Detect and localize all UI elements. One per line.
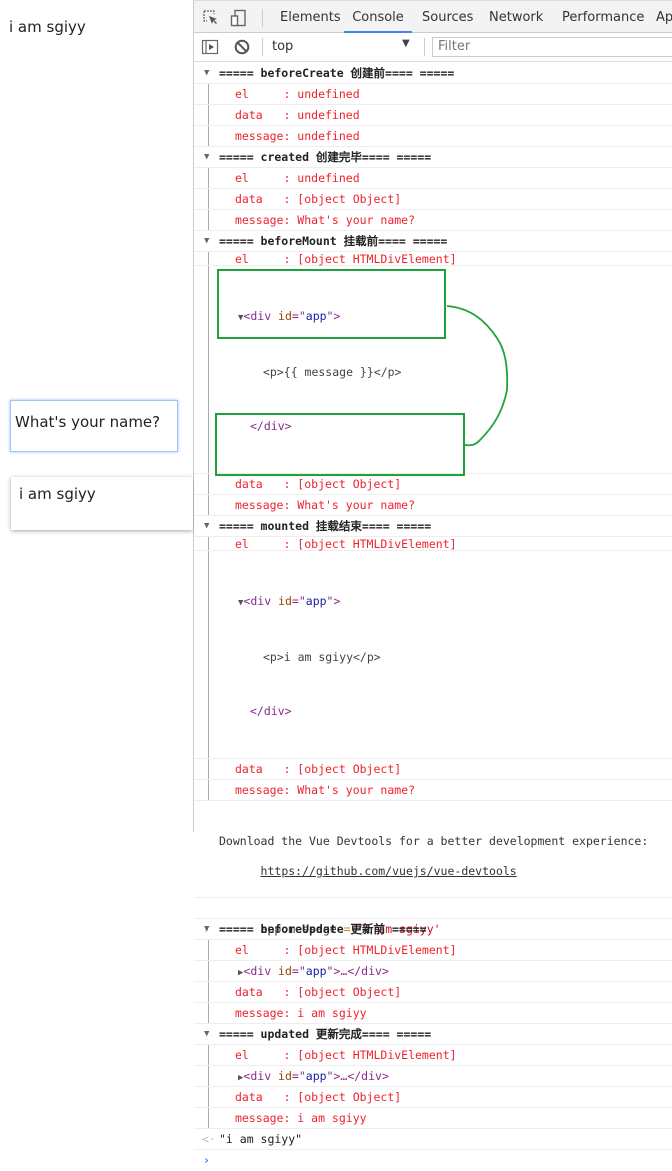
clear-console-icon[interactable] (233, 38, 251, 60)
devtools-link[interactable]: https://github.com/vuejs/vue-devtools (261, 864, 517, 878)
filter-input[interactable]: Filter (432, 37, 672, 57)
result-arrow-icon: <· (202, 1132, 216, 1146)
expand-triangle-icon[interactable]: ▼ (204, 147, 209, 168)
log-line: data : [object Object] (194, 189, 672, 210)
log-line: data : [object Object] (194, 1087, 672, 1108)
expand-triangle-icon[interactable]: ▼ (204, 231, 209, 252)
context-selector[interactable]: top (272, 39, 293, 54)
log-line: message: undefined (194, 126, 672, 147)
console-group-body: el : undefined data : undefined message:… (194, 84, 672, 147)
console-sidebar-icon[interactable] (201, 38, 219, 60)
console-group-body: el : undefined data : [object Object] me… (194, 168, 672, 231)
console-group-header[interactable]: ▼ ===== beforeUpdate 更新前 ===== (194, 919, 672, 940)
log-line: message: i am sgiyy (194, 1108, 672, 1129)
log-line: el : [object HTMLDivElement] (194, 537, 672, 551)
console-toolbar: top ▼ Filter (194, 33, 672, 62)
tree-open-tag[interactable]: <div id="app"> (243, 594, 340, 608)
log-line: data : undefined (194, 105, 672, 126)
group-title: ===== beforeCreate 创建前==== ===== (219, 66, 455, 80)
app-paragraph: i am sgiyy (9, 18, 86, 36)
prompt-chevron-icon: › (203, 1153, 210, 1167)
annotation-box-beforemount (217, 269, 446, 339)
console-group-body: el : [object HTMLDivElement] ▶<div id="a… (194, 1045, 672, 1129)
console-group-header[interactable]: ▼ ===== updated 更新完成==== ===== (194, 1024, 672, 1045)
tab-application[interactable]: Ap (656, 1, 672, 33)
log-line: el : undefined (194, 168, 672, 189)
element-tree-collapsed[interactable]: ▶<div id="app">…</div> (194, 961, 672, 982)
tree-child[interactable]: <p>i am sgiyy</p> (238, 648, 672, 666)
console-output: ▼ ===== beforeCreate 创建前==== ===== el : u… (194, 63, 672, 1171)
collapsed-tag[interactable]: <div id="app">…</div> (243, 1069, 388, 1083)
tab-network[interactable]: Network (489, 1, 543, 33)
log-line: message: i am sgiyy (194, 1003, 672, 1024)
tab-console[interactable]: Console (344, 1, 412, 33)
log-line: data : [object Object] (194, 474, 672, 495)
console-group-body: el : [object HTMLDivElement] ▶<div id="a… (194, 940, 672, 1024)
console-group-header[interactable]: ▼ ===== mounted 挂载结束==== ===== (194, 516, 672, 537)
tree-child[interactable]: <p>{{ message }}</p> (238, 363, 672, 381)
group-title: ===== beforeUpdate 更新前 ===== (219, 922, 427, 936)
inspect-element-icon[interactable] (202, 9, 220, 27)
callout-after-text: i am sgiyy (19, 485, 96, 503)
log-line: message: What's your name? (194, 780, 672, 801)
log-line: message: What's your name? (194, 210, 672, 231)
toolbar-divider (262, 38, 263, 56)
console-group-body: el : [object HTMLDivElement] ▼<div id="a… (194, 537, 672, 801)
vue-devtools-message: Download the Vue Devtools for a better d… (194, 801, 672, 898)
callout-before-text: What's your name? (15, 413, 161, 431)
log-line: el : [object HTMLDivElement] (194, 940, 672, 961)
message-text: Download the Vue Devtools for a better d… (219, 834, 649, 848)
log-line: message: What's your name? (194, 495, 672, 516)
element-tree[interactable]: ▼<div id="app"> <p>i am sgiyy</p> </div> (194, 551, 672, 759)
group-title: ===== beforeMount 挂载前==== ===== (219, 234, 448, 248)
log-line: el : undefined (194, 84, 672, 105)
element-tree-collapsed[interactable]: ▶<div id="app">…</div> (194, 1066, 672, 1087)
expand-triangle-icon[interactable]: ▼ (204, 1024, 209, 1045)
tree-close-tag: </div> (250, 704, 292, 718)
devtools-tabbar: Elements Console Sources Network Perform… (194, 0, 672, 33)
annotation-callout-after: i am sgiyy (11, 477, 193, 530)
annotation-callout-before: What's your name? (10, 400, 178, 452)
tabbar-divider (262, 9, 263, 27)
group-title: ===== updated 更新完成==== ===== (219, 1027, 432, 1041)
console-command: › app.message = 'i am sgiyy' (194, 898, 672, 936)
toolbar-divider-2 (424, 38, 425, 56)
tab-elements[interactable]: Elements (280, 1, 341, 33)
group-title: ===== created 创建完毕==== ===== (219, 150, 432, 164)
annotation-box-mounted (215, 413, 465, 476)
log-line: el : [object HTMLDivElement] (194, 252, 672, 266)
console-group-header[interactable]: ▼ ===== created 创建完毕==== ===== (194, 147, 672, 168)
tab-sources[interactable]: Sources (422, 1, 473, 33)
device-toggle-icon[interactable] (230, 9, 248, 27)
rendered-page: i am sgiyy What's your name? i am sgiyy (0, 0, 194, 832)
context-dropdown-icon[interactable]: ▼ (402, 38, 410, 49)
tab-performance[interactable]: Performance (562, 1, 644, 33)
result-value: "i am sgiyy" (219, 1132, 303, 1146)
log-line: data : [object Object] (194, 759, 672, 780)
expand-triangle-icon[interactable]: ▼ (204, 919, 209, 940)
expand-triangle-icon[interactable]: ▼ (204, 63, 209, 84)
console-group-header[interactable]: ▼ ===== beforeMount 挂载前==== ===== (194, 231, 672, 252)
collapsed-tag[interactable]: <div id="app">…</div> (243, 964, 388, 978)
console-group-header[interactable]: ▼ ===== beforeCreate 创建前==== ===== (194, 63, 672, 84)
expand-triangle-icon[interactable]: ▼ (204, 516, 209, 537)
console-prompt[interactable]: › (194, 1150, 672, 1171)
group-title: ===== mounted 挂载结束==== ===== (219, 519, 432, 533)
log-line: data : [object Object] (194, 982, 672, 1003)
log-line: el : [object HTMLDivElement] (194, 1045, 672, 1066)
console-result: <· "i am sgiyy" (194, 1129, 672, 1150)
